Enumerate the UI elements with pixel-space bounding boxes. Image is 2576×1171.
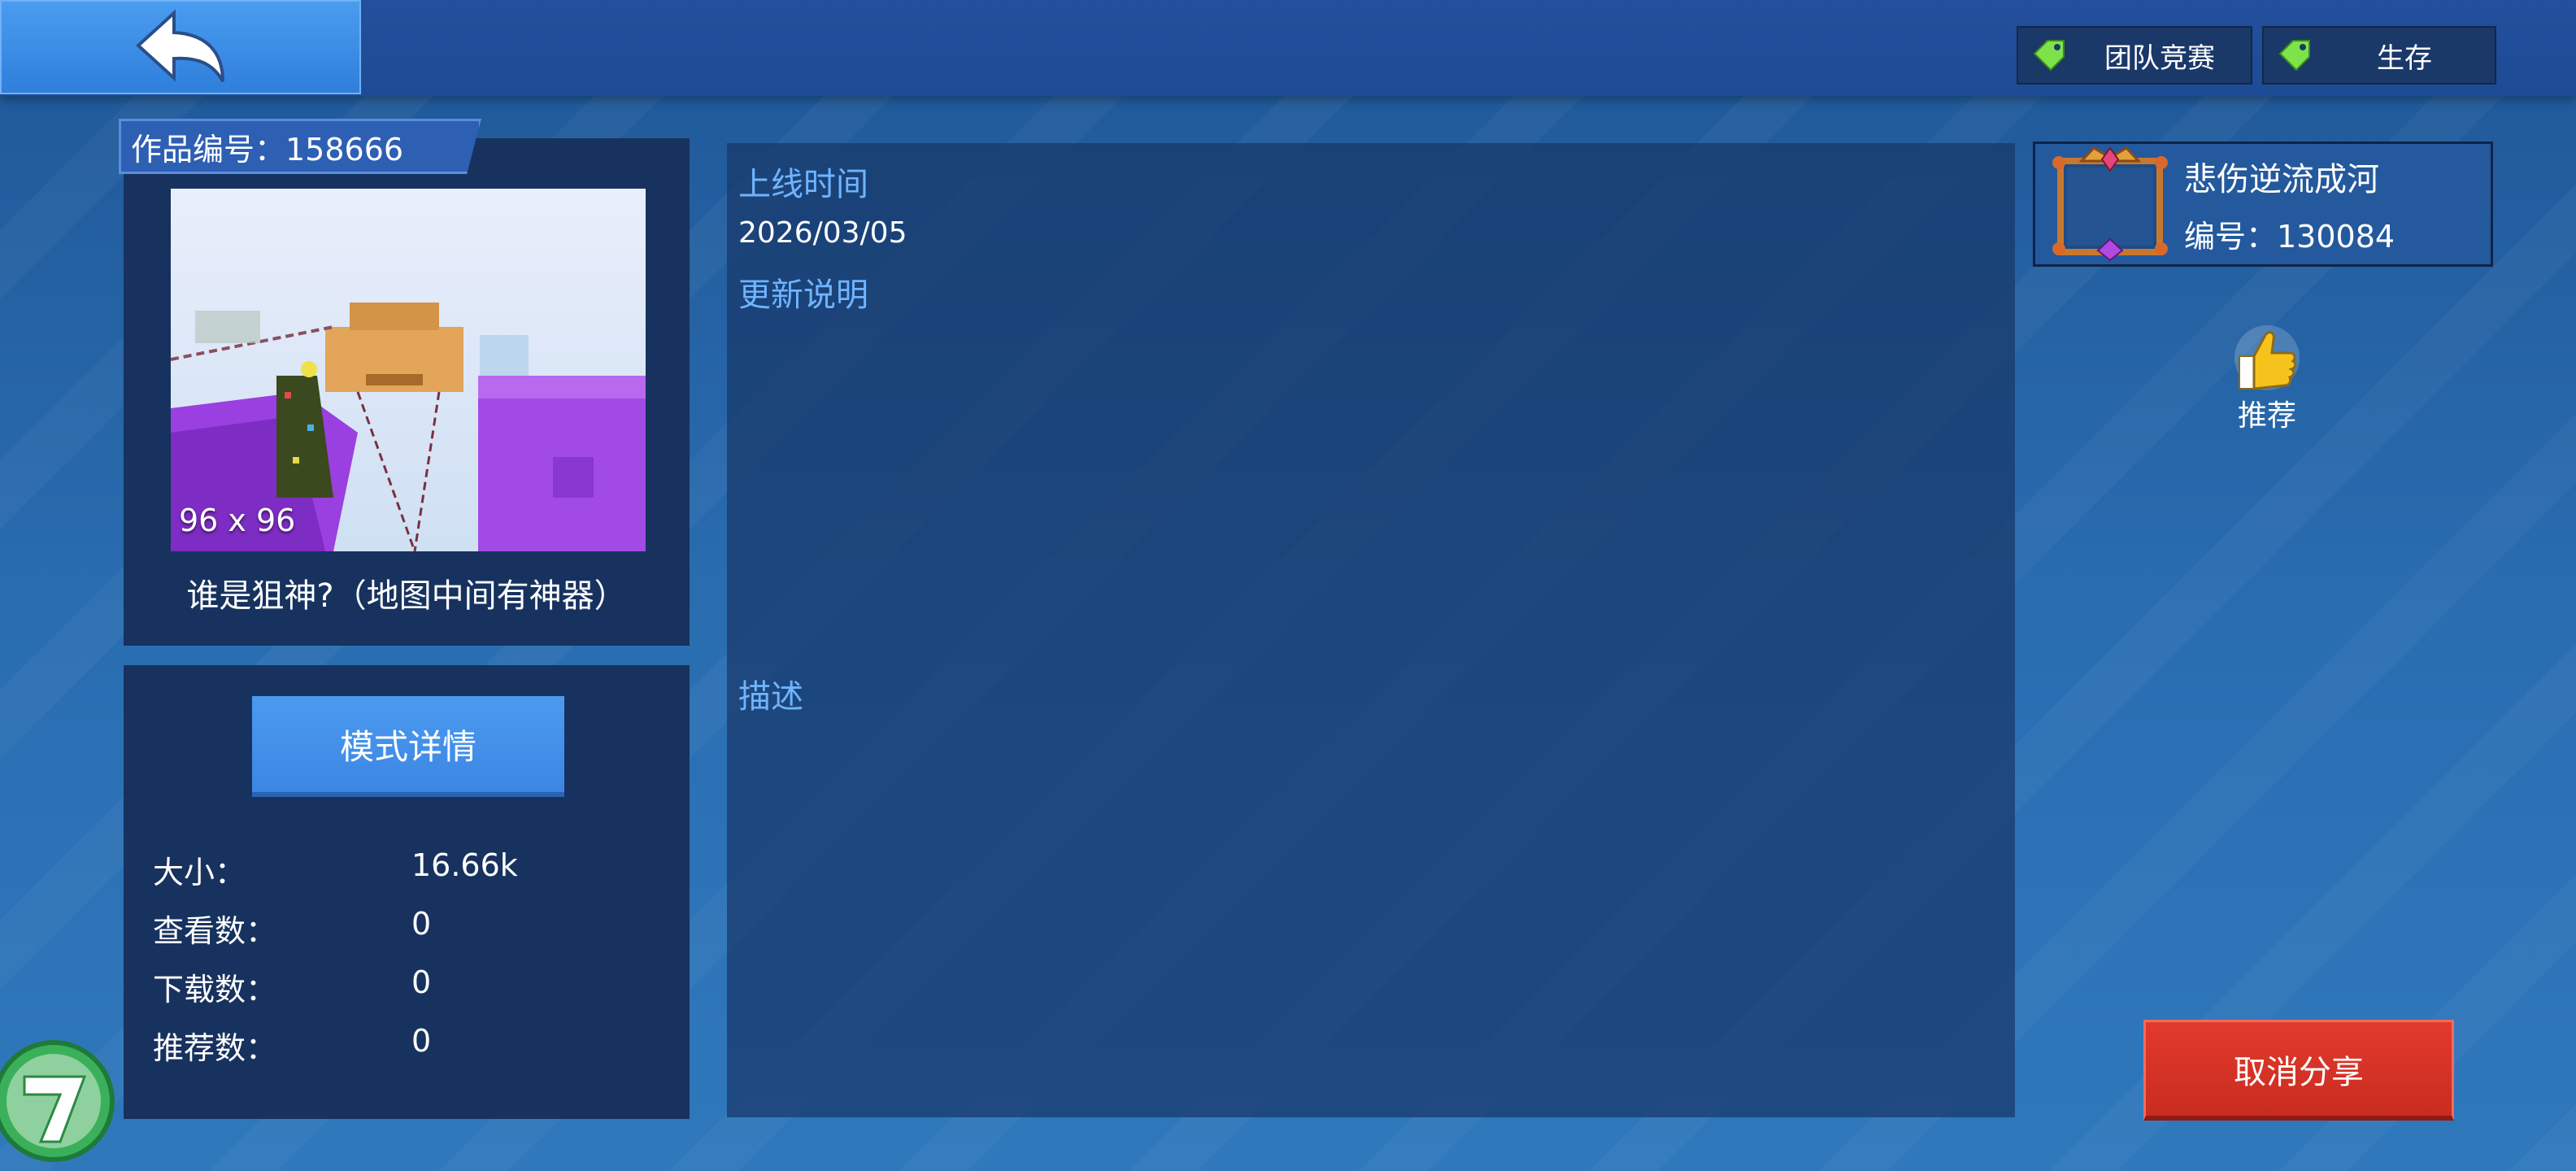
stat-label: 推荐数： [153, 1030, 277, 1066]
avatar-frame-icon [2052, 146, 2168, 262]
tag-label: 生存 [2377, 41, 2432, 75]
tag-team-competition[interactable]: 团队竞赛 [2017, 26, 2252, 85]
update-notes-label: 更新说明 [738, 276, 868, 314]
mode-details-button[interactable]: 模式详情 [252, 696, 564, 797]
info-panel [727, 143, 2015, 1117]
online-date: 2026/03/05 [738, 216, 907, 250]
thumbs-up-icon [2234, 325, 2300, 390]
top-bar: 团队竞赛 生存 [0, 0, 2576, 96]
stat-value: 0 [411, 1023, 432, 1059]
tag-icon [2033, 40, 2065, 72]
tag-survival[interactable]: 生存 [2262, 26, 2496, 85]
author-name: 悲伤逆流成河 [2184, 161, 2379, 198]
stat-value: 0 [411, 906, 432, 942]
stat-value: 0 [411, 964, 432, 1000]
back-button[interactable] [0, 0, 361, 94]
description-label: 描述 [738, 678, 803, 716]
map-thumbnail[interactable]: 96 x 96 [171, 189, 646, 551]
stat-label: 查看数： [153, 913, 277, 949]
recommend-label: 推荐 [2237, 399, 2296, 433]
map-preview-image [171, 189, 646, 551]
online-time-label: 上线时间 [738, 166, 868, 203]
tag-label: 团队竞赛 [2104, 41, 2215, 75]
stat-label: 下载数： [153, 972, 277, 1008]
work-id-label: 作品编号：158666 [119, 119, 481, 174]
stat-label: 大小： [153, 855, 246, 890]
map-size-label: 96 x 96 [179, 503, 296, 538]
author-id: 编号：130084 [2184, 219, 2395, 255]
back-arrow-icon [136, 9, 224, 83]
recommend-button[interactable]: 推荐 [2228, 324, 2306, 437]
stat-value: 16.66k [411, 847, 518, 883]
floating-assistant-icon[interactable] [0, 1031, 115, 1171]
tag-icon [2278, 40, 2310, 72]
cancel-share-button[interactable]: 取消分享 [2143, 1020, 2454, 1121]
map-title: 谁是狙神?（地图中间有神器） [186, 577, 627, 615]
